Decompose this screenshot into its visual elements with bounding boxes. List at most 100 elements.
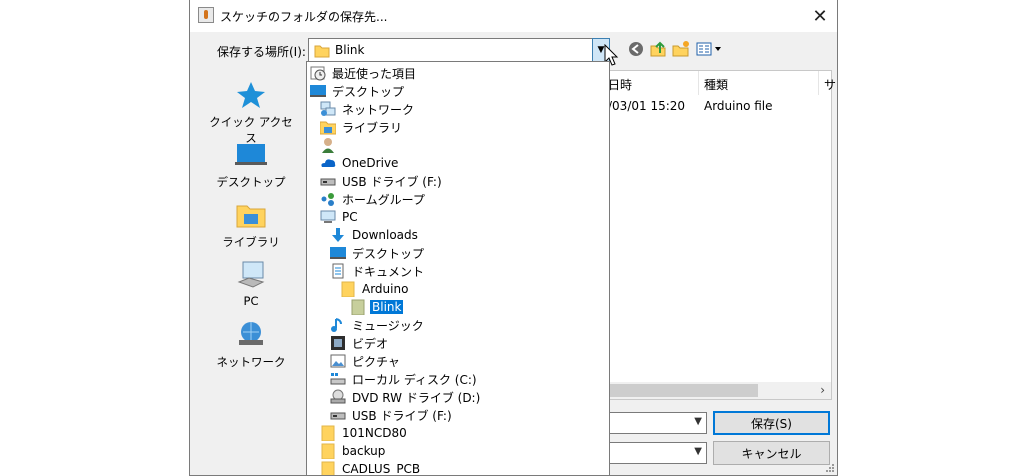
dropdown-item[interactable]: ピクチャ — [330, 352, 402, 370]
place-quick-access[interactable]: クイック アクセス — [205, 80, 297, 146]
usb-drive-icon — [320, 173, 336, 189]
file-row-date[interactable]: /03/01 15:20 — [608, 99, 685, 113]
dropdown-item[interactable]: デスクトップ — [310, 82, 406, 100]
star-icon — [235, 80, 267, 110]
look-in-combobox[interactable]: Blink ▼ — [308, 38, 610, 62]
file-type-select[interactable]: ▼ — [608, 442, 707, 464]
desktop-icon — [330, 245, 346, 261]
dropdown-item[interactable]: ネットワーク — [320, 100, 416, 118]
dropdown-item-label: ネットワーク — [342, 102, 415, 117]
place-label: デスクトップ — [216, 175, 286, 189]
file-row-type[interactable]: Arduino file — [704, 99, 773, 113]
dropdown-item-label: backup — [342, 444, 386, 458]
dropdown-item-label: Blink — [370, 300, 404, 314]
library-icon — [235, 200, 267, 230]
cancel-button[interactable]: キャンセル — [713, 441, 830, 465]
chevron-down-icon[interactable]: ▼ — [694, 416, 702, 427]
dialog-title: スケッチのフォルダの保存先... — [220, 10, 388, 24]
dropdown-item-label: デスクトップ — [352, 246, 425, 261]
place-desktop[interactable]: デスクトップ — [205, 140, 297, 190]
dropdown-item-label: Arduino — [362, 282, 409, 296]
dropdown-item[interactable]: Arduino — [340, 280, 410, 298]
file-name-input[interactable]: ▼ — [608, 412, 707, 434]
dropdown-item-label: ドキュメント — [352, 264, 425, 279]
dropdown-item[interactable] — [320, 136, 344, 154]
dropdown-item[interactable]: USB ドライブ (F:) — [320, 172, 444, 190]
pc-icon — [235, 260, 267, 290]
up-folder-icon[interactable] — [649, 40, 667, 58]
folder-icon — [320, 461, 336, 475]
file-list[interactable]: 日時 種類 サ /03/01 15:20 Arduino file › — [608, 70, 836, 400]
save-button[interactable]: 保存(S) — [713, 411, 830, 435]
column-divider — [698, 71, 699, 95]
picture-icon — [330, 353, 346, 369]
dropdown-item[interactable]: OneDrive — [320, 154, 400, 172]
scroll-right-icon[interactable]: › — [820, 383, 825, 397]
dropdown-item[interactable]: ビデオ — [330, 334, 390, 352]
chevron-down-icon[interactable]: ▼ — [694, 446, 702, 457]
dropdown-item[interactable]: ライブラリ — [319, 118, 404, 136]
column-header-size[interactable]: サ — [824, 76, 836, 93]
view-menu-icon[interactable] — [696, 40, 724, 58]
look-in-dropdown[interactable]: 最近使った項目 デスクトップ ネットワーク ライブラリ OneDrive USB… — [306, 61, 610, 476]
dropdown-item[interactable]: PC — [320, 208, 360, 226]
title-bar: スケッチのフォルダの保存先... ✕ — [190, 0, 837, 32]
place-label: ライブラリ — [222, 235, 280, 249]
look-in-label: 保存する場所(I): — [217, 45, 306, 59]
dropdown-item[interactable]: Downloads — [330, 226, 420, 244]
close-button[interactable]: ✕ — [803, 0, 837, 32]
dropdown-item[interactable]: ドキュメント — [330, 262, 426, 280]
dropdown-item-label: OneDrive — [342, 156, 399, 170]
scrollbar-thumb[interactable] — [608, 384, 758, 397]
dvd-drive-icon — [330, 389, 346, 405]
downloads-arrow-icon — [330, 227, 346, 243]
folder-icon — [350, 299, 366, 316]
place-network[interactable]: ネットワーク — [205, 320, 297, 370]
onedrive-cloud-icon — [320, 155, 336, 171]
dropdown-item[interactable]: USB ドライブ (F:) — [330, 406, 454, 424]
dropdown-item[interactable]: 101NCD80 — [320, 424, 409, 442]
dropdown-item-label: USB ドライブ (F:) — [342, 174, 442, 189]
user-icon — [320, 137, 336, 153]
dropdown-item-label: ミュージック — [352, 318, 424, 333]
horizontal-scrollbar[interactable]: › — [608, 382, 831, 399]
dropdown-item-label: Downloads — [352, 228, 418, 242]
dropdown-item[interactable]: ホームグループ — [320, 190, 427, 208]
column-divider — [818, 71, 819, 95]
folder-icon — [340, 281, 356, 298]
column-header-type[interactable]: 種類 — [704, 76, 728, 93]
document-icon — [330, 263, 346, 279]
folder-icon — [314, 45, 330, 58]
look-in-value: Blink — [335, 43, 365, 57]
dropdown-item[interactable]: backup — [320, 442, 387, 460]
place-pc[interactable]: PC — [205, 260, 297, 308]
usb-drive-icon — [330, 407, 346, 423]
dropdown-item[interactable]: 最近使った項目 — [310, 64, 418, 82]
column-header-date[interactable]: 日時 — [608, 76, 632, 93]
dropdown-item[interactable]: CADLUS_PCB — [320, 460, 422, 476]
desktop-icon — [310, 83, 326, 99]
dropdown-item-label: デスクトップ — [332, 84, 405, 99]
place-library[interactable]: ライブラリ — [205, 200, 297, 250]
place-label: PC — [243, 294, 259, 308]
dropdown-item-label: 最近使った項目 — [332, 66, 417, 81]
dropdown-item[interactable]: デスクトップ — [330, 244, 426, 262]
dropdown-item[interactable]: DVD RW ドライブ (D:) — [330, 388, 482, 406]
dropdown-item-label: ライブラリ — [342, 120, 403, 135]
dropdown-item-label: ホームグループ — [342, 192, 425, 207]
dropdown-item-selected[interactable]: Blink — [350, 298, 404, 316]
library-icon — [319, 119, 337, 135]
dropdown-item-label: PC — [342, 210, 358, 224]
place-label: ネットワーク — [216, 355, 286, 369]
recent-items-icon — [310, 65, 326, 81]
new-folder-icon[interactable] — [672, 40, 690, 58]
folder-icon — [320, 443, 336, 460]
homegroup-icon — [320, 191, 336, 207]
network-icon — [235, 320, 267, 350]
resize-grip-icon[interactable] — [825, 463, 835, 473]
dropdown-item[interactable]: ローカル ディスク (C:) — [330, 370, 479, 388]
dropdown-item[interactable]: ミュージック — [330, 316, 426, 334]
dropdown-item-label: ローカル ディスク (C:) — [352, 372, 477, 387]
back-icon[interactable] — [627, 40, 645, 58]
dropdown-item-label: CADLUS_PCB — [342, 462, 421, 476]
